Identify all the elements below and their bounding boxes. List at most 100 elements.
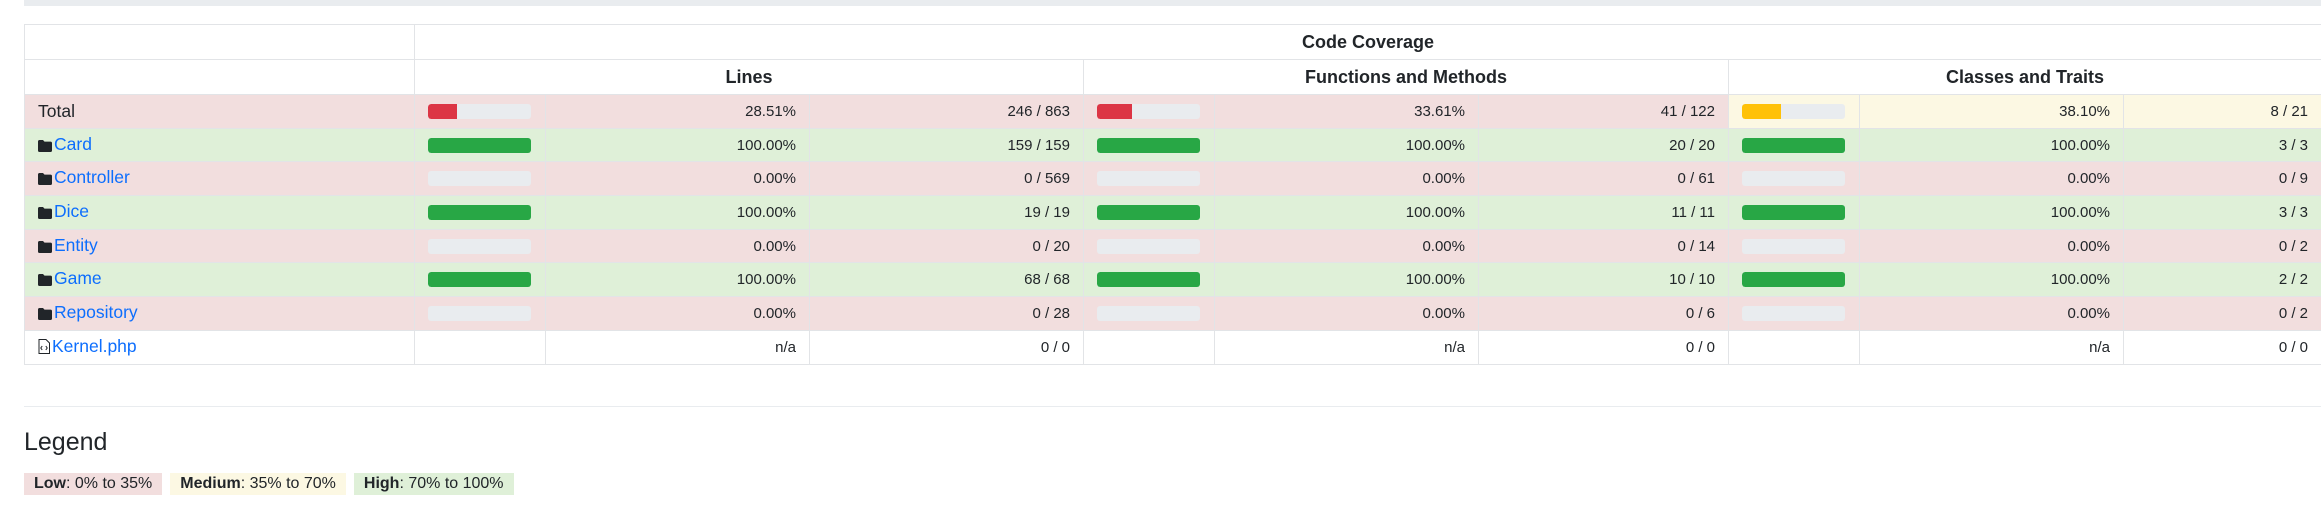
header-lines: Lines: [414, 59, 1084, 95]
classes-percent: 38.10%: [1859, 94, 2124, 129]
functions-ratio: 0 / 14: [1478, 228, 1729, 264]
folder-icon: [38, 203, 52, 224]
classes-progress-bar: [1742, 305, 1845, 321]
item-link-card[interactable]: Card: [54, 134, 92, 154]
classes-bar-cell: [1728, 329, 1860, 365]
lines-bar-cell: [414, 195, 546, 230]
lines-ratio: 19 / 19: [809, 195, 1084, 230]
functions-bar-cell: [1083, 161, 1215, 197]
legend-medium: Medium: 35% to 70%: [170, 473, 346, 495]
header-code-coverage: Code Coverage: [413, 24, 2321, 60]
legend-medium-range: : 35% to 70%: [240, 475, 336, 492]
functions-ratio: 0 / 61: [1478, 161, 1729, 197]
legend-low-range: : 0% to 35%: [66, 475, 153, 492]
row-name: Card: [24, 127, 415, 163]
functions-progress-bar: [1097, 272, 1200, 288]
row-name: Total: [24, 94, 415, 129]
classes-progress-bar: [1742, 137, 1845, 153]
item-link-game[interactable]: Game: [54, 268, 102, 288]
classes-progress-fill: [1742, 103, 1782, 119]
lines-ratio: 68 / 68: [809, 262, 1084, 298]
row-name-text: Total: [38, 100, 75, 121]
folder-icon: [38, 169, 52, 190]
item-link-repository[interactable]: Repository: [54, 302, 138, 322]
table-row: Card 100.00% 159 / 159 100.00% 20 / 20 100.00…: [24, 127, 2321, 163]
lines-bar-cell: [414, 296, 546, 331]
functions-progress-bar: [1097, 238, 1200, 254]
classes-progress-fill: [1742, 137, 1845, 153]
lines-progress-bar: [428, 238, 531, 254]
lines-ratio: 0 / 28: [809, 296, 1084, 331]
classes-percent: 0.00%: [1859, 296, 2124, 331]
classes-percent: 100.00%: [1859, 262, 2124, 298]
lines-percent: 0.00%: [545, 161, 810, 197]
classes-ratio: 3 / 3: [2122, 127, 2321, 163]
legend-high: High: 70% to 100%: [353, 473, 514, 495]
lines-percent: 28.51%: [545, 94, 810, 129]
item-link-entity[interactable]: Entity: [54, 235, 98, 255]
functions-ratio: 11 / 11: [1478, 195, 1729, 230]
classes-ratio: 0 / 2: [2122, 296, 2321, 331]
classes-progress-bar: [1742, 204, 1845, 220]
functions-bar-cell: [1083, 228, 1215, 264]
classes-progress-bar: [1742, 272, 1845, 288]
item-link-dice[interactable]: Dice: [54, 201, 89, 221]
classes-bar-cell: [1728, 127, 1860, 163]
row-name: Entity: [24, 228, 415, 264]
row-name: Game: [24, 262, 415, 298]
top-bar: [24, 0, 2321, 6]
functions-progress-bar: [1097, 204, 1200, 220]
functions-progress-bar: [1097, 305, 1200, 321]
lines-bar-cell: [414, 94, 546, 129]
functions-ratio: 41 / 122: [1478, 94, 1729, 129]
item-link-controller[interactable]: Controller: [54, 167, 130, 187]
functions-percent: 100.00%: [1214, 262, 1479, 298]
table-row: Entity 0.00% 0 / 20 0.00% 0 / 14 0.00% 0 / 2: [24, 228, 2321, 264]
lines-progress-fill: [428, 204, 531, 220]
lines-progress-bar: [428, 204, 531, 220]
functions-progress-fill: [1097, 204, 1200, 220]
legend-title: Legend: [24, 428, 108, 456]
table-row: Controller 0.00% 0 / 569 0.00% 0 / 61 0.00% 0 …: [24, 161, 2321, 197]
row-name: Kernel.php: [24, 329, 415, 365]
lines-bar-cell: [414, 228, 546, 264]
functions-progress-fill: [1097, 137, 1200, 153]
file-code-icon: [38, 338, 50, 359]
item-link-kernel-php[interactable]: Kernel.php: [52, 336, 137, 356]
functions-ratio: 10 / 10: [1478, 262, 1729, 298]
lines-progress-bar: [428, 103, 531, 119]
lines-progress-bar: [428, 272, 531, 288]
header-classes: Classes and Traits: [1727, 59, 2321, 95]
classes-bar-cell: [1728, 94, 1860, 129]
row-name: Dice: [24, 195, 415, 230]
legend-high-range: : 70% to 100%: [399, 475, 504, 492]
classes-ratio: 3 / 3: [2122, 195, 2321, 230]
classes-bar-cell: [1728, 195, 1860, 230]
functions-percent: 100.00%: [1214, 195, 1479, 230]
lines-percent: 100.00%: [545, 127, 810, 163]
functions-bar-cell: [1083, 127, 1215, 163]
lines-percent: n/a: [545, 329, 810, 365]
divider: [24, 406, 2321, 407]
header-blank: [24, 24, 415, 60]
lines-progress-fill: [428, 272, 531, 288]
functions-percent: 0.00%: [1214, 296, 1479, 331]
legend: Low: 0% to 35% Medium: 35% to 70% High: …: [24, 473, 514, 495]
classes-percent: n/a: [1859, 329, 2124, 365]
classes-progress-fill: [1742, 272, 1845, 288]
classes-bar-cell: [1728, 262, 1860, 298]
header-blank-2: [24, 59, 415, 95]
header-row-groups: Lines Functions and Methods Classes and …: [24, 59, 2321, 95]
functions-progress-bar: [1097, 103, 1200, 119]
classes-progress-bar: [1742, 103, 1845, 119]
lines-ratio: 246 / 863: [809, 94, 1084, 129]
functions-progress-bar: [1097, 137, 1200, 153]
lines-bar-cell: [414, 262, 546, 298]
coverage-rows: Total 28.51% 246 / 863 33.61% 41 / 122 38.10%…: [24, 94, 2321, 365]
lines-bar-cell: [414, 329, 546, 365]
lines-progress-bar: [428, 171, 531, 187]
lines-bar-cell: [414, 161, 546, 197]
functions-percent: 0.00%: [1214, 228, 1479, 264]
table-row: Game 100.00% 68 / 68 100.00% 10 / 10 100.00% 2…: [24, 262, 2321, 298]
lines-ratio: 159 / 159: [809, 127, 1084, 163]
